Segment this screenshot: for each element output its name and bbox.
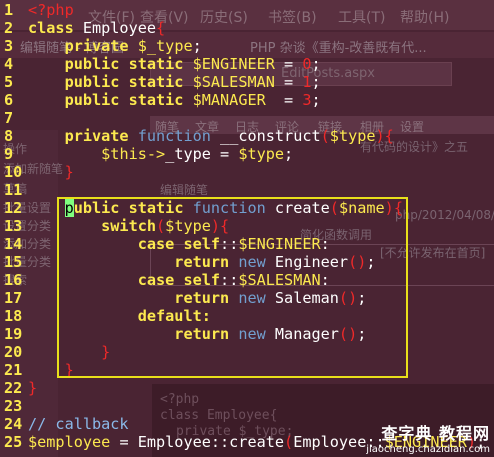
code-token: $this->: [101, 145, 166, 163]
line-number: 10: [4, 163, 23, 181]
code-token: ;: [311, 91, 321, 109]
code-token: function: [137, 127, 211, 145]
line-source: // callback: [28, 415, 129, 433]
line-number: 20: [4, 343, 23, 361]
code-token: _type =: [165, 145, 239, 163]
code-token: ;: [311, 73, 321, 91]
line-number: 2: [4, 19, 14, 37]
bg-editor-label: 编辑随笔: [160, 183, 209, 197]
line-source: <?php: [28, 1, 74, 19]
watermark: 查字典 教程网 jiaocheng.chazidian.com: [366, 420, 490, 455]
code-token: }: [28, 379, 38, 397]
line-number: 21: [4, 361, 23, 379]
line-source: $this->_type = $type;: [28, 145, 293, 163]
line-number: 3: [4, 37, 14, 55]
create-function-highlight: [57, 197, 408, 378]
line-source: class Employee{: [28, 19, 165, 37]
bg-toolbar-item: 设置: [400, 120, 425, 134]
line-source: }: [28, 163, 74, 181]
line-number: 7: [4, 109, 14, 127]
code-token: __construct: [210, 127, 321, 145]
code-token: private: [28, 127, 129, 145]
code-token: (: [320, 127, 330, 145]
line-source: public static $ENGINEER = 0;: [28, 55, 321, 73]
line-number: 18: [4, 307, 23, 325]
line-number: 4: [4, 55, 14, 73]
line-number: 17: [4, 289, 23, 307]
line-number: 11: [4, 181, 23, 199]
bg-faded-code-line: <?php: [160, 392, 200, 407]
bg-menu-help: 帮助(H): [400, 10, 450, 26]
code-token: public static: [28, 91, 184, 109]
line-source: private function __construct($type){: [28, 127, 394, 145]
code-token: $ENGINEER: [192, 55, 275, 73]
line-source: }: [28, 379, 37, 397]
code-token: class: [28, 19, 74, 37]
code-token: public static: [28, 73, 184, 91]
code-token: }: [28, 163, 74, 181]
code-token: 1: [302, 73, 312, 91]
line-number: 8: [4, 127, 14, 145]
line-number: 25: [4, 433, 23, 451]
line-number: 24: [4, 415, 23, 433]
code-token: ){: [375, 127, 394, 145]
line-number: 22: [4, 379, 23, 397]
line-number: 12: [4, 199, 23, 217]
code-token: $type: [329, 127, 376, 145]
bg-menu-bookmarks: 书签(B): [268, 10, 317, 26]
line-number: 1: [4, 1, 14, 19]
line-number: 19: [4, 325, 23, 343]
code-token: $_type: [137, 37, 193, 55]
code-token: $MANAGER: [192, 91, 266, 109]
code-token: = Employee::create: [110, 433, 285, 451]
line-source: public static $SALESMAN = 1;: [28, 73, 321, 91]
line-source: public static $MANAGER = 3;: [28, 91, 321, 109]
watermark-title: 查字典 教程网: [381, 424, 490, 443]
line-number: 15: [4, 253, 23, 271]
code-token: $type: [238, 145, 285, 163]
code-token: ;: [284, 145, 294, 163]
code-token: =: [274, 55, 303, 73]
code-token: {: [156, 19, 166, 37]
code-token: Employee: [73, 19, 157, 37]
code-token: (: [284, 433, 294, 451]
code-token: ;: [192, 37, 202, 55]
line-number: 5: [4, 73, 14, 91]
code-token: // callback: [28, 415, 129, 433]
code-token: public static: [28, 55, 184, 73]
bg-editor-line: php/2012/04/08/: [395, 208, 494, 222]
bg-menu-tools: 工具(T): [338, 10, 386, 26]
line-number: 6: [4, 91, 14, 109]
code-token: ;: [311, 55, 321, 73]
code-token: $employee: [28, 433, 111, 451]
line-number: 16: [4, 271, 23, 289]
bg-tab-php-article: PHP 杂谈《重构-改善既有代...: [250, 41, 427, 56]
code-token: =: [265, 91, 303, 109]
line-number: 9: [4, 145, 14, 163]
line-number: 14: [4, 235, 23, 253]
bg-faded-code-line: class Employee{: [160, 408, 278, 423]
watermark-url: jiaocheng.chazidian.com: [366, 444, 490, 455]
code-token: 0: [302, 55, 312, 73]
bg-menu-history: 历史(S): [200, 10, 248, 26]
code-token: private: [28, 37, 129, 55]
code-token: <?php: [28, 1, 74, 19]
code-token: =: [274, 73, 303, 91]
code-token: 3: [302, 91, 312, 109]
line-number: 23: [4, 397, 23, 415]
line-number: 13: [4, 217, 23, 235]
code-token: $SALESMAN: [192, 73, 275, 91]
line-source: private $_type;: [28, 37, 202, 55]
